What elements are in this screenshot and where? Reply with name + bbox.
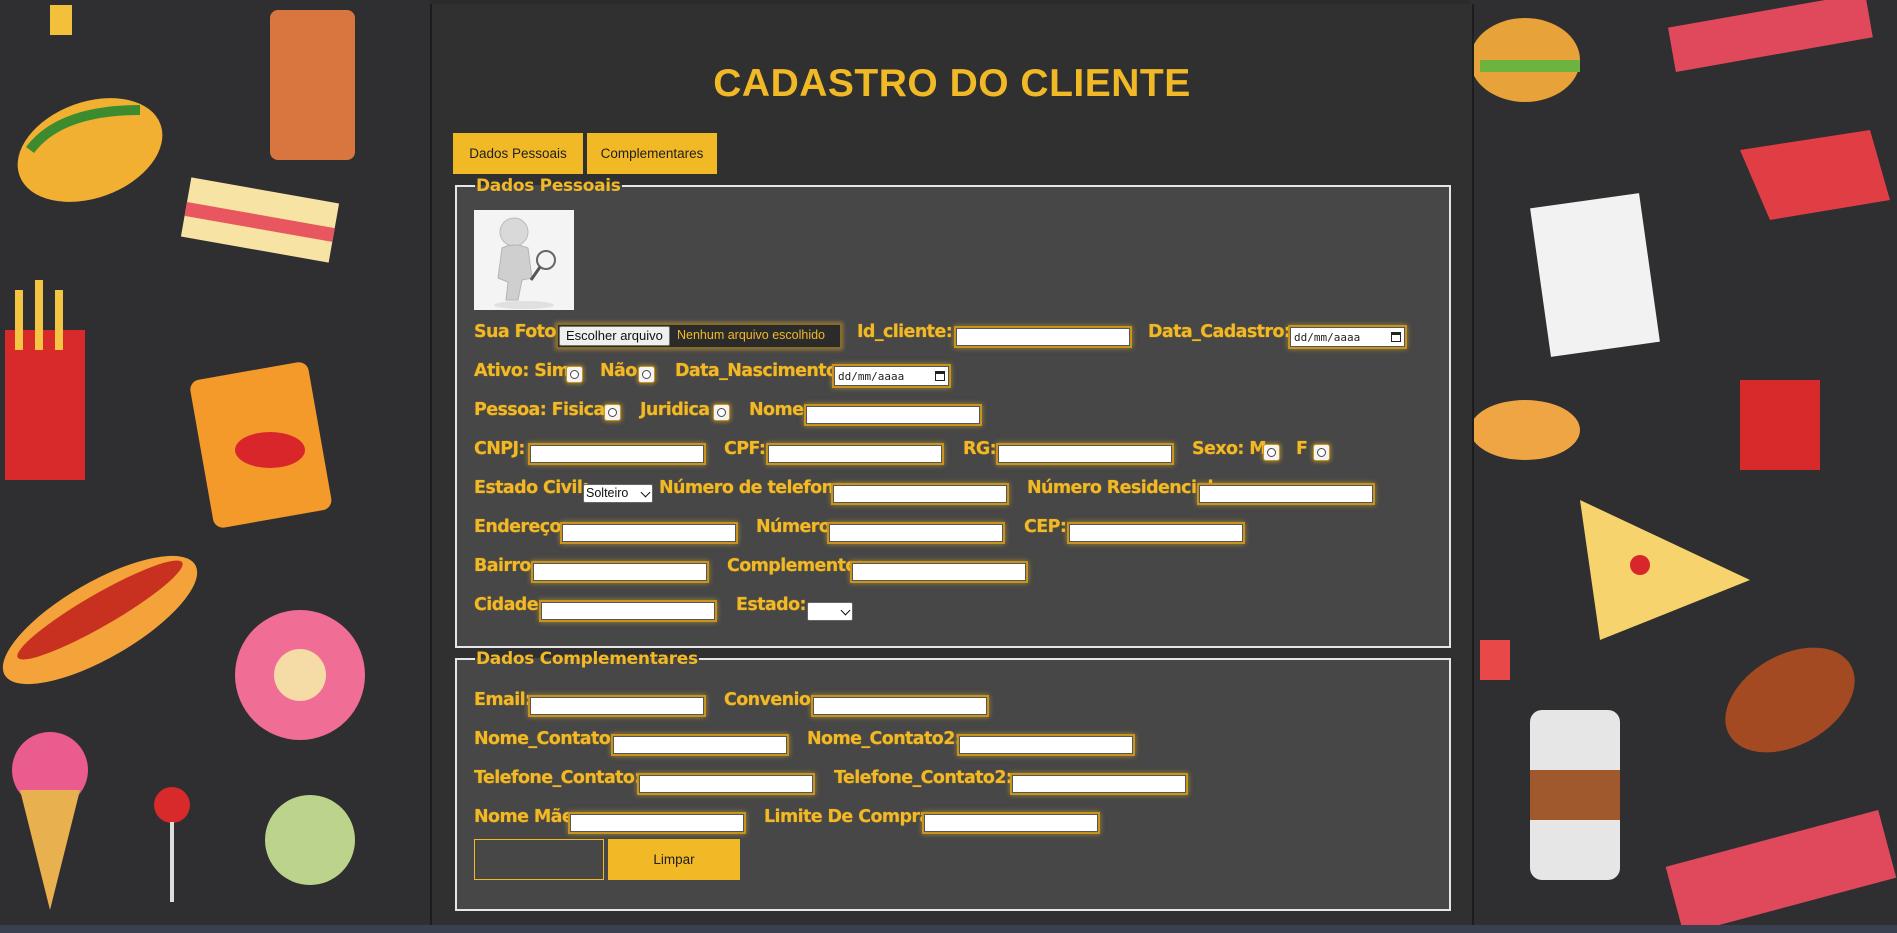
pessoa-juridica-radio[interactable] <box>714 405 729 420</box>
cpf-field[interactable] <box>768 445 942 463</box>
avatar <box>474 210 574 310</box>
label-cidade: Cidade: <box>474 595 545 615</box>
submit-button[interactable] <box>474 839 604 880</box>
limpar-button[interactable]: Limpar <box>608 839 740 880</box>
label-ativo-nao: Não <box>600 361 637 381</box>
calendar-icon[interactable] <box>935 371 945 381</box>
cnpj-field[interactable] <box>530 445 704 463</box>
numero-field[interactable] <box>829 524 1003 542</box>
estado-select[interactable] <box>807 602 853 621</box>
background-pattern-left <box>0 0 430 925</box>
label-complemento: Complemento: <box>727 556 864 576</box>
telefone-contato-field[interactable] <box>639 775 813 793</box>
label-id-cliente: Id_cliente: <box>857 322 953 342</box>
label-data-cadastro: Data_Cadastro: <box>1148 322 1291 342</box>
label-sexo-f: F <box>1296 439 1308 459</box>
date-placeholder: dd/mm/aaaa <box>1294 331 1361 344</box>
label-rg: RG: <box>963 439 997 459</box>
tab-dados-pessoais[interactable]: Dados Pessoais <box>453 133 583 174</box>
legend-dados-pessoais: Dados Pessoais <box>476 176 621 196</box>
label-limite-compra: Limite De Compra: <box>764 807 938 827</box>
estado-civil-select[interactable]: Solteiro <box>583 484 653 503</box>
numero-residencial-field[interactable] <box>1199 485 1373 503</box>
label-telefone-contato: Telefone_Contato: <box>474 768 641 788</box>
label-cpf: CPF: <box>724 439 766 459</box>
label-numero-residencial: Número Residencial <box>1027 478 1214 498</box>
rg-field[interactable] <box>998 445 1172 463</box>
label-bairro: Bairro: <box>474 556 538 576</box>
label-endereco: Endereço: <box>474 517 568 537</box>
choose-file-button[interactable]: Escolher arquivo <box>559 326 670 346</box>
calendar-icon[interactable] <box>1391 332 1401 342</box>
label-nome-mae: Nome Mãe: <box>474 807 580 827</box>
label-telefone-contato2: Telefone_Contato2: <box>834 768 1013 788</box>
label-cnpj: CNPJ: <box>474 439 525 459</box>
label-convenio: Convenio: <box>724 690 817 710</box>
background-pattern-right <box>1470 0 1897 925</box>
endereco-field[interactable] <box>562 524 736 542</box>
label-data-nascimento: Data_Nascimento <box>675 361 838 381</box>
label-cep: CEP: <box>1024 517 1067 537</box>
id-cliente-field[interactable] <box>956 328 1130 346</box>
label-estado-civil: Estado Civil: <box>474 478 589 498</box>
pessoa-fisica-radio[interactable] <box>605 405 620 420</box>
label-pessoa-fisica: Pessoa: Fisica <box>474 400 605 420</box>
legend-dados-complementares: Dados Complementares <box>476 649 698 669</box>
label-ativo-sim: Ativo: Sim <box>474 361 570 381</box>
label-numero-telefone: Número de telefone: <box>659 478 852 498</box>
nome-contato2-field[interactable] <box>959 736 1133 754</box>
nome-field[interactable] <box>806 406 980 424</box>
label-sua-foto: Sua Foto: <box>474 322 563 342</box>
cep-field[interactable] <box>1069 524 1243 542</box>
window-bottom-strip <box>0 925 1897 933</box>
limite-compra-field[interactable] <box>924 814 1098 832</box>
bairro-field[interactable] <box>533 563 707 581</box>
label-nome-contato2: Nome_Contato2: <box>807 729 962 749</box>
chevron-down-icon <box>640 487 651 498</box>
main-panel: CADASTRO DO CLIENTE Dados Pessoais Compl… <box>430 4 1474 925</box>
file-status-text: Nenhum arquivo escolhido <box>677 328 826 342</box>
ativo-sim-radio[interactable] <box>567 367 582 382</box>
label-email: Email: <box>474 690 532 710</box>
label-nome: Nome: <box>749 400 810 420</box>
email-field[interactable] <box>530 697 704 715</box>
photo-file-input[interactable]: Escolher arquivo Nenhum arquivo escolhid… <box>557 324 841 348</box>
chevron-down-icon <box>840 605 851 616</box>
label-estado: Estado: <box>736 595 807 615</box>
page-title: CADASTRO DO CLIENTE <box>713 62 1191 105</box>
estado-civil-value: Solteiro <box>586 486 629 500</box>
food-illustrations-left <box>2 5 365 910</box>
data-nascimento-field[interactable]: dd/mm/aaaa <box>834 366 949 386</box>
label-sexo-m: Sexo: M <box>1192 439 1267 459</box>
data-cadastro-field[interactable]: dd/mm/aaaa <box>1290 327 1405 347</box>
telefone-contato2-field[interactable] <box>1012 775 1186 793</box>
convenio-field[interactable] <box>813 697 987 715</box>
complemento-field[interactable] <box>852 563 1026 581</box>
sexo-f-radio[interactable] <box>1314 445 1329 460</box>
numero-telefone-field[interactable] <box>833 485 1007 503</box>
date-placeholder: dd/mm/aaaa <box>838 370 905 383</box>
nome-contato-field[interactable] <box>613 736 787 754</box>
label-juridica: Juridica <box>640 400 710 420</box>
label-numero: Número: <box>756 517 837 537</box>
user-search-icon <box>474 210 574 310</box>
sexo-m-radio[interactable] <box>1264 445 1279 460</box>
food-illustrations-right <box>1470 0 1897 925</box>
ativo-nao-radio[interactable] <box>639 367 654 382</box>
tab-complementares[interactable]: Complementares <box>587 133 717 174</box>
nome-mae-field[interactable] <box>570 814 744 832</box>
cidade-field[interactable] <box>541 602 715 620</box>
label-nome-contato: Nome_Contato: <box>474 729 617 749</box>
